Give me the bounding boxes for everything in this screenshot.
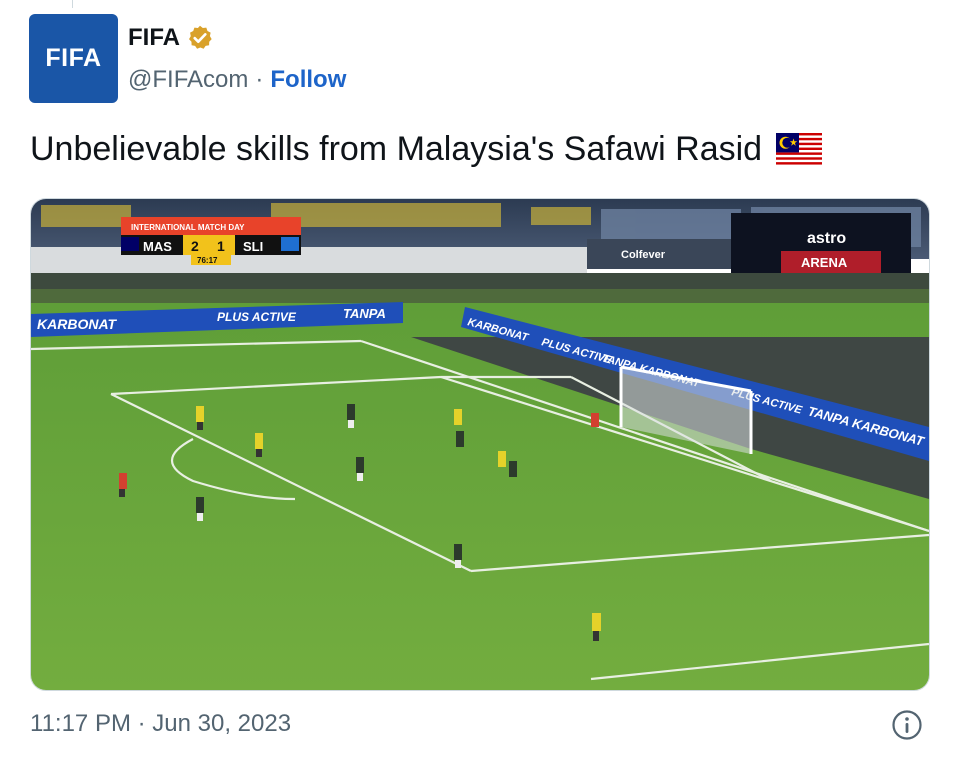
scoreboard-home: MAS [143, 239, 172, 254]
display-name-row: FIFA [128, 24, 214, 52]
thread-line [72, 0, 73, 8]
malaysia-flag-icon [776, 132, 823, 167]
scoreboard-away-score: 1 [217, 238, 225, 254]
stadium-sign-text: Colfever [621, 249, 666, 261]
avatar-logo-text: FIFA [45, 44, 102, 72]
tweet-text: Unbelievable skills from Malaysia's Safa… [30, 130, 823, 169]
tweet-timestamp[interactable]: 11:17 PM · Jun 30, 2023 [30, 710, 291, 738]
info-icon[interactable] [891, 709, 923, 741]
follow-button[interactable]: Follow [270, 66, 346, 94]
video-media[interactable]: astro ARENA Colfever KARBONAT PLUS ACTIV… [30, 198, 930, 691]
ad-left-plus-active: PLUS ACTIVE [217, 310, 297, 324]
avatar[interactable]: FIFA [29, 14, 118, 103]
arena-text: ARENA [801, 255, 848, 270]
scoreboard-competition: INTERNATIONAL MATCH DAY [131, 223, 245, 232]
verified-badge-icon [189, 25, 212, 49]
scoreboard-away: SLI [243, 239, 263, 254]
ad-left-tanpa: TANPA [343, 306, 386, 321]
separator-dot: · [255, 66, 264, 93]
display-name[interactable]: FIFA [128, 24, 180, 52]
football-match-frame: astro ARENA Colfever KARBONAT PLUS ACTIV… [31, 199, 929, 690]
scoreboard-clock: 76:17 [197, 256, 218, 265]
ad-left-karbonat: KARBONAT [37, 316, 118, 332]
scoreboard-home-score: 2 [191, 238, 199, 254]
handle-row: @FIFAcom · Follow [128, 66, 346, 94]
tweet-body: Unbelievable skills from Malaysia's Safa… [30, 130, 763, 168]
handle[interactable]: @FIFAcom [128, 66, 248, 94]
astro-logo-text: astro [807, 230, 846, 247]
stand-wall [31, 247, 587, 273]
